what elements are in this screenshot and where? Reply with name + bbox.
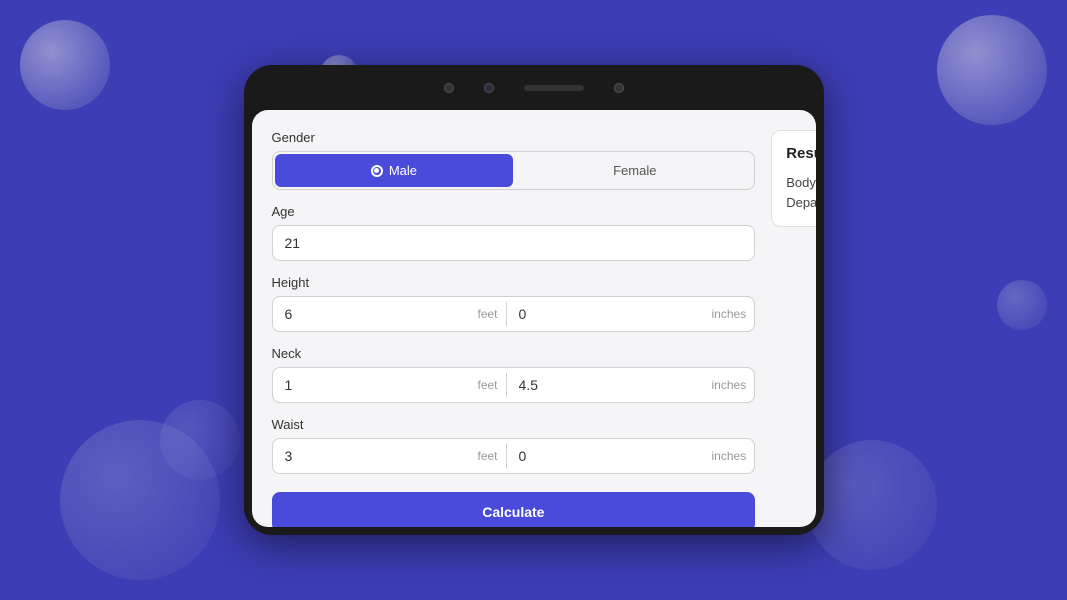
- gender-field-group: Gender Male Female: [272, 130, 756, 190]
- neck-feet-unit: feet: [478, 378, 506, 392]
- age-field-group: Age: [272, 204, 756, 261]
- tablet-camera-right: [614, 83, 624, 93]
- tablet-camera-left: [444, 83, 454, 93]
- result-title: Result:: [786, 145, 815, 162]
- height-inches-unit: inches: [712, 307, 755, 321]
- bubble-decor-6: [807, 440, 937, 570]
- height-field-group: Height feet inches: [272, 275, 756, 332]
- waist-input-row: feet inches: [272, 438, 756, 474]
- gender-female-option[interactable]: Female: [515, 152, 754, 189]
- result-panel: Result: Body Fat = 18% You meet the Depa…: [771, 130, 815, 507]
- bubble-decor-1: [20, 20, 110, 110]
- bubble-decor-7: [997, 280, 1047, 330]
- gender-female-label: Female: [613, 163, 656, 178]
- neck-inches-input[interactable]: [507, 368, 712, 402]
- waist-feet-unit: feet: [478, 449, 506, 463]
- tablet-device: Gender Male Female Age: [244, 65, 824, 535]
- waist-inches-input[interactable]: [507, 439, 712, 473]
- form-panel: Gender Male Female Age: [272, 130, 756, 507]
- gender-toggle[interactable]: Male Female: [272, 151, 756, 190]
- tablet-top-bar: [244, 65, 824, 110]
- result-text: Body Fat = 18% You meet the Department o…: [786, 173, 815, 212]
- bubble-decor-5: [160, 400, 240, 480]
- gender-label: Gender: [272, 130, 756, 145]
- waist-feet-input[interactable]: [273, 439, 478, 473]
- waist-label: Waist: [272, 417, 756, 432]
- result-header: Result:: [786, 145, 815, 165]
- height-feet-input[interactable]: [273, 297, 478, 331]
- tablet-speaker: [524, 85, 584, 91]
- waist-field-group: Waist feet inches: [272, 417, 756, 474]
- gender-male-option[interactable]: Male: [275, 154, 514, 187]
- neck-inches-unit: inches: [712, 378, 755, 392]
- tablet-screen: Gender Male Female Age: [252, 110, 816, 527]
- waist-inches-unit: inches: [712, 449, 755, 463]
- tablet-camera-center: [484, 83, 494, 93]
- height-inches-input[interactable]: [507, 297, 712, 331]
- neck-feet-input[interactable]: [273, 368, 478, 402]
- height-label: Height: [272, 275, 756, 290]
- height-feet-unit: feet: [478, 307, 506, 321]
- neck-field-group: Neck feet inches: [272, 346, 756, 403]
- gender-male-label: Male: [389, 163, 417, 178]
- bubble-decor-3: [937, 15, 1047, 125]
- age-label: Age: [272, 204, 756, 219]
- radio-dot-male: [371, 165, 383, 177]
- result-card: Result: Body Fat = 18% You meet the Depa…: [771, 130, 815, 227]
- neck-input-row: feet inches: [272, 367, 756, 403]
- height-input-row: feet inches: [272, 296, 756, 332]
- age-input[interactable]: [272, 225, 756, 261]
- radio-dot-inner-male: [374, 168, 379, 173]
- neck-label: Neck: [272, 346, 756, 361]
- calculate-button[interactable]: Calculate: [272, 492, 756, 527]
